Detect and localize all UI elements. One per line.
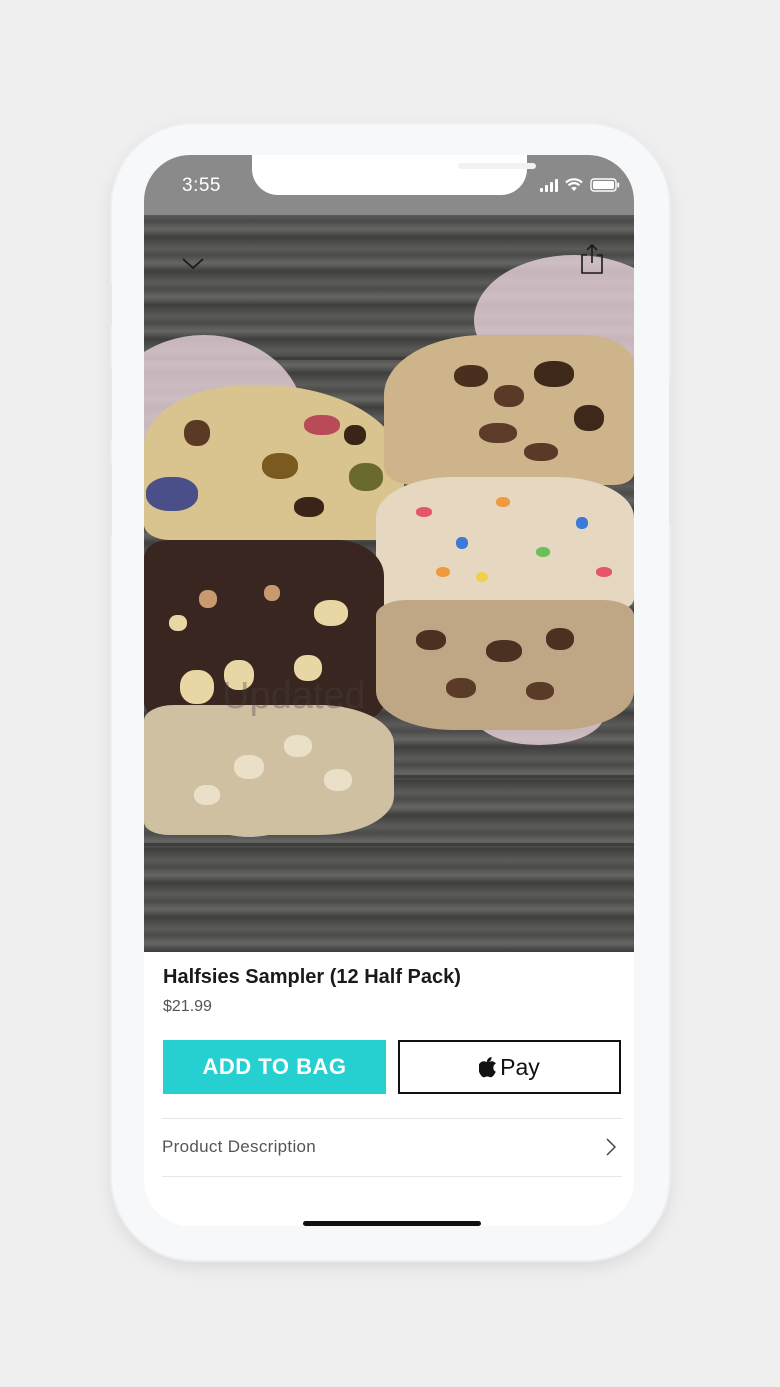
notch (252, 155, 536, 195)
volume-down-button (107, 462, 112, 536)
product-description-row[interactable]: Product Description (144, 1118, 634, 1176)
wifi-icon (565, 178, 583, 191)
product-title: Halfsies Sampler (12 Half Pack) (163, 966, 461, 988)
chevron-right-icon (606, 1138, 616, 1156)
product-description-label: Product Description (162, 1137, 317, 1156)
chevron-down-icon (182, 258, 204, 270)
status-icons (540, 177, 620, 193)
product-price: $21.99 (163, 998, 212, 1015)
share-button[interactable] (576, 239, 608, 279)
cookie-toffee (376, 600, 634, 730)
apple-logo-icon (479, 1057, 497, 1078)
cookie-white-chocolate (144, 705, 394, 835)
divider (162, 1176, 622, 1177)
speaker (458, 163, 536, 169)
add-to-bag-button[interactable]: ADD TO BAG (163, 1040, 386, 1094)
cellular-signal-icon (540, 178, 558, 192)
apple-pay-button[interactable]: Pay (398, 1040, 621, 1094)
image-watermark: Updated (222, 675, 366, 717)
collapse-button[interactable] (176, 251, 210, 277)
apple-pay-label: Pay (500, 1053, 540, 1080)
share-icon (581, 243, 603, 274)
wood-grain (144, 843, 634, 846)
side-button (107, 284, 112, 326)
product-image: Updated (144, 215, 634, 952)
cookie-mm (144, 385, 404, 540)
cookie-chocolate-chip (384, 335, 634, 485)
battery-icon (590, 178, 620, 192)
status-time: 3:55 (182, 175, 221, 196)
cookie-funfetti (376, 477, 634, 612)
phone-screen: 3:55 Updated Halfsies Sampler (12 Half P… (144, 155, 634, 1226)
home-indicator[interactable] (303, 1221, 481, 1226)
power-button (669, 378, 674, 524)
volume-up-button (107, 366, 112, 440)
